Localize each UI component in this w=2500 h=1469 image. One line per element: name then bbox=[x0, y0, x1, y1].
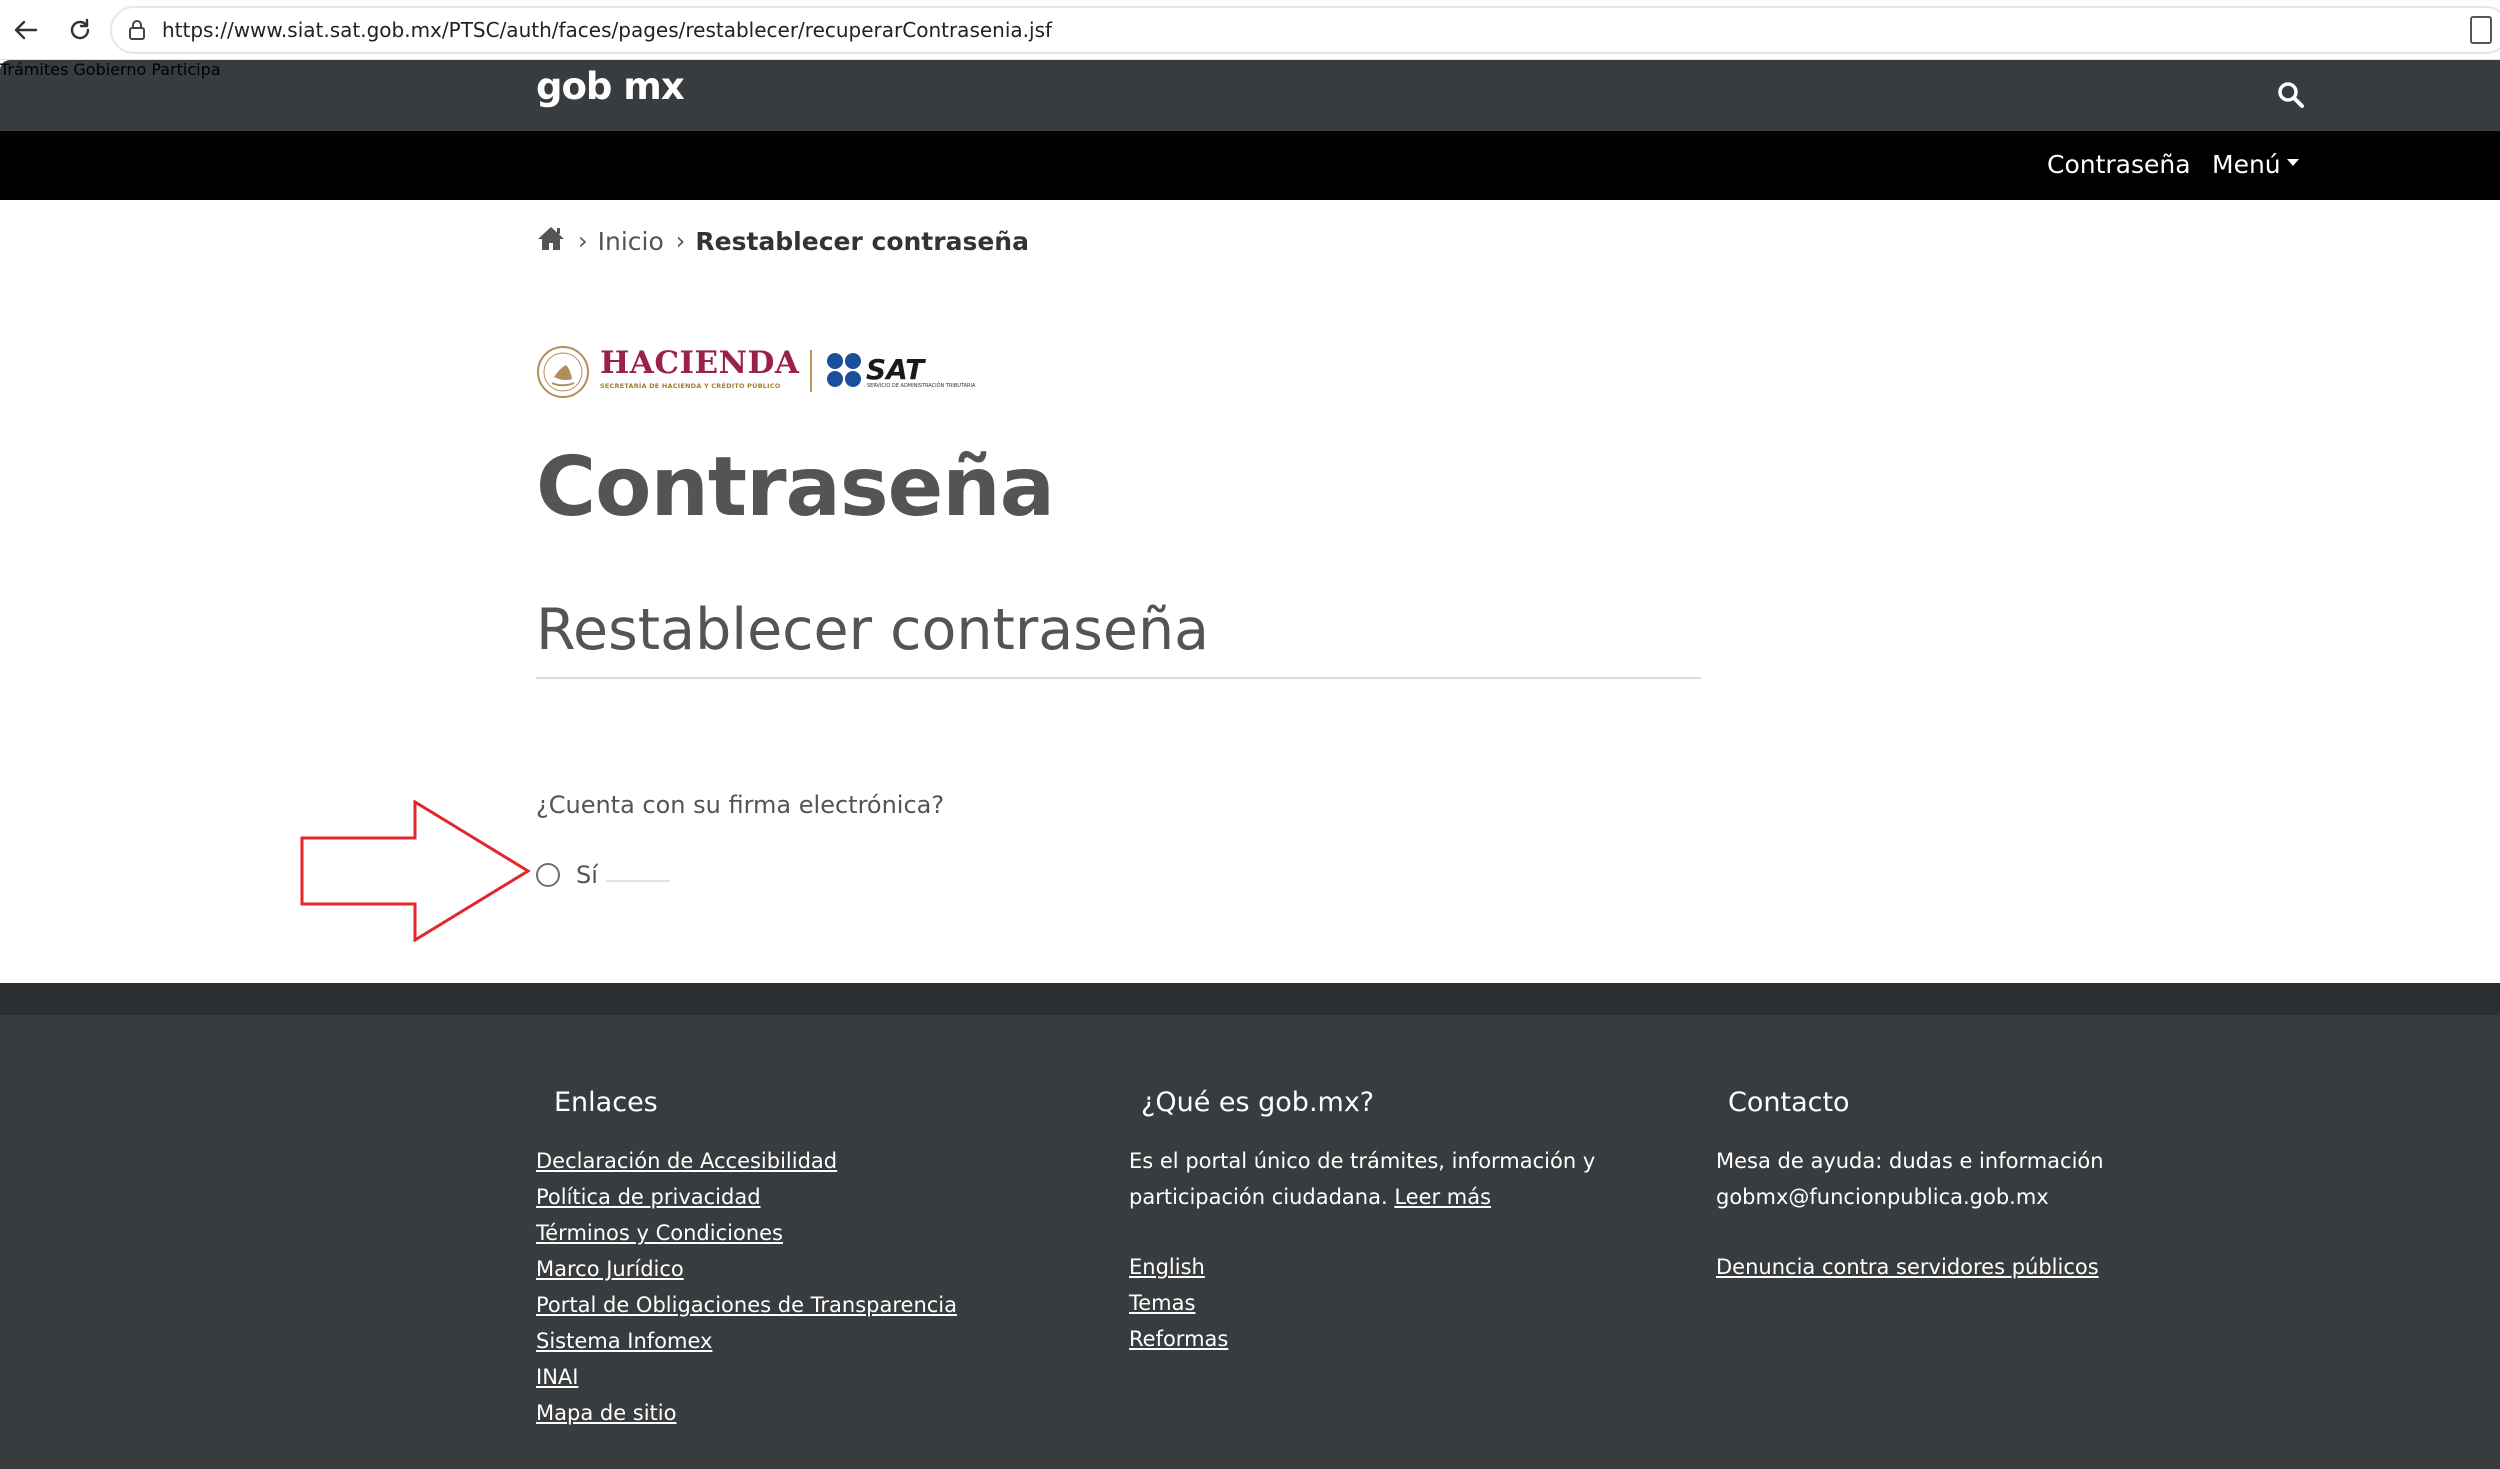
sub-navbar: Contraseña Menú bbox=[0, 131, 2500, 200]
radio-button[interactable] bbox=[536, 863, 560, 887]
footer-link[interactable]: INAI bbox=[536, 1365, 578, 1389]
home-icon[interactable] bbox=[536, 224, 566, 258]
search-icon[interactable] bbox=[2275, 79, 2307, 111]
footer-link-temas[interactable]: Temas bbox=[1129, 1291, 1195, 1315]
footer-contacto-title: Contacto bbox=[1728, 1087, 1850, 1118]
footer-link[interactable]: Marco Jurídico bbox=[536, 1257, 684, 1281]
leer-mas-link[interactable]: Leer más bbox=[1394, 1185, 1491, 1209]
menu-label: Menú bbox=[2212, 150, 2281, 179]
footer: Enlaces Declaración de Accesibilidad Pol… bbox=[0, 1015, 2500, 1469]
breadcrumb-inicio[interactable]: Inicio bbox=[598, 227, 664, 256]
footer-email: gobmx@funcionpublica.gob.mx bbox=[1716, 1185, 2049, 1209]
lock-icon[interactable] bbox=[122, 15, 152, 45]
footer-link[interactable]: Declaración de Accesibilidad bbox=[536, 1149, 837, 1173]
annotation-arrow-icon bbox=[300, 800, 531, 942]
footer-link[interactable]: Mapa de sitio bbox=[536, 1401, 676, 1425]
chevron-right-icon: › bbox=[578, 227, 588, 255]
breadcrumb-current: Restablecer contraseña bbox=[695, 226, 1029, 256]
footer-link[interactable]: Política de privacidad bbox=[536, 1185, 761, 1209]
logo-divider bbox=[810, 350, 812, 392]
nav-tramites[interactable]: Trámites bbox=[0, 60, 68, 79]
menu-dropdown[interactable]: Menú bbox=[2212, 150, 2299, 179]
section-title: Restablecer contraseña bbox=[536, 597, 1210, 663]
arrow-left-icon[interactable] bbox=[6, 10, 46, 50]
chevron-right-icon: › bbox=[675, 227, 686, 255]
footer-contacto: Contacto Mesa de ayuda: dudas e informac… bbox=[1716, 1087, 2104, 1285]
nav-gobierno[interactable]: Gobierno bbox=[73, 60, 146, 79]
footer-enlaces-title: Enlaces bbox=[554, 1087, 658, 1118]
footer-enlaces: Enlaces Declaración de Accesibilidad Pol… bbox=[536, 1087, 957, 1431]
reader-mode-icon[interactable] bbox=[2470, 16, 2492, 44]
footer-que-es-title: ¿Qué es gob.mx? bbox=[1141, 1087, 1375, 1118]
footer-link-denuncia[interactable]: Denuncia contra servidores públicos bbox=[1716, 1255, 2099, 1279]
sat-wordmark: SAT bbox=[866, 353, 925, 386]
gob-header: gob mx Trámites Gobierno Participa bbox=[0, 60, 2500, 131]
radio-option-si[interactable]: Sí bbox=[536, 860, 598, 890]
hacienda-wordmark: HACIENDA bbox=[600, 345, 800, 381]
address-bar[interactable]: https://www.siat.sat.gob.mx/PTSC/auth/fa… bbox=[110, 6, 2500, 54]
hacienda-sat-logos: HACIENDA SECRETARÍA DE HACIENDA Y CRÉDIT… bbox=[536, 345, 996, 398]
footer-link[interactable]: Términos y Condiciones bbox=[536, 1221, 783, 1245]
footer-que-es: ¿Qué es gob.mx? Es el portal único de tr… bbox=[1129, 1087, 1595, 1357]
reload-icon[interactable] bbox=[60, 10, 100, 50]
footer-link[interactable]: Sistema Infomex bbox=[536, 1329, 712, 1353]
footer-link[interactable]: Portal de Obligaciones de Transparencia bbox=[536, 1293, 957, 1317]
nav-participa[interactable]: Participa bbox=[151, 60, 220, 79]
footer-strip bbox=[0, 983, 2500, 1015]
sat-dots-icon bbox=[826, 352, 862, 388]
footer-link-english[interactable]: English bbox=[1129, 1255, 1205, 1279]
radio-label-si[interactable]: Sí bbox=[576, 861, 598, 889]
sat-subtitle: SERVICIO DE ADMINISTRACIÓN TRIBUTARIA bbox=[867, 383, 976, 389]
divider bbox=[536, 677, 1701, 679]
footer-help-text: Mesa de ayuda: dudas e información bbox=[1716, 1149, 2104, 1173]
breadcrumb: › Inicio › Restablecer contraseña bbox=[536, 221, 1029, 261]
nav-contrasena[interactable]: Contraseña bbox=[2047, 150, 2191, 179]
caret-down-icon bbox=[2286, 158, 2299, 166]
footer-link-reformas[interactable]: Reformas bbox=[1129, 1327, 1228, 1351]
firma-question: ¿Cuenta con su firma electrónica? bbox=[536, 791, 945, 819]
footer-description: Es el portal único de trámites, informac… bbox=[1129, 1149, 1596, 1173]
hacienda-subtitle: SECRETARÍA DE HACIENDA Y CRÉDITO PÚBLICO bbox=[600, 382, 781, 390]
footer-description-2: participación ciudadana. bbox=[1129, 1185, 1388, 1209]
radio-underline bbox=[606, 880, 670, 882]
page-title: Contraseña bbox=[536, 440, 1055, 535]
url-text[interactable]: https://www.siat.sat.gob.mx/PTSC/auth/fa… bbox=[162, 18, 1052, 42]
gob-mx-logo[interactable]: gob mx bbox=[536, 65, 685, 108]
browser-toolbar: https://www.siat.sat.gob.mx/PTSC/auth/fa… bbox=[0, 0, 2500, 60]
mexico-seal-icon bbox=[536, 345, 590, 399]
